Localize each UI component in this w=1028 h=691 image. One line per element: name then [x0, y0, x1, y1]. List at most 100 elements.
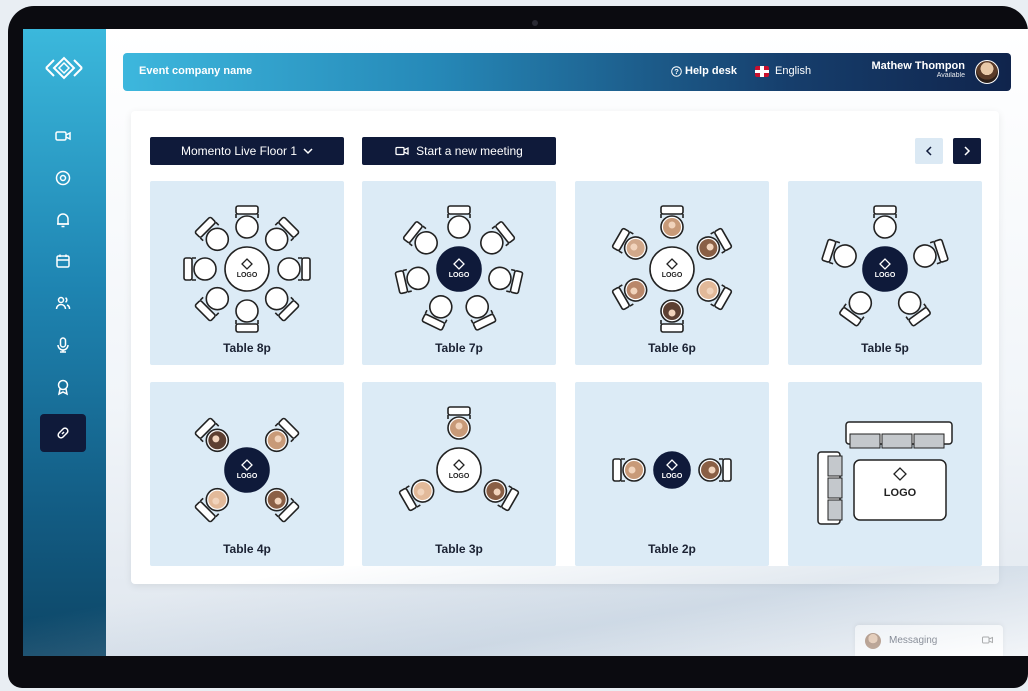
seat[interactable]	[277, 257, 311, 281]
seat[interactable]	[476, 221, 516, 258]
language-label: English	[775, 65, 812, 77]
user-status: Available	[936, 72, 965, 79]
table-diagram: LOGO	[821, 205, 949, 327]
sidebar-item-calendar[interactable]	[40, 242, 86, 280]
table-diagram: LOGO	[194, 417, 300, 523]
sidebar-item-awards[interactable]	[40, 368, 86, 406]
sidebar-item-people[interactable]	[40, 284, 86, 322]
logo-text: LOGO	[237, 473, 258, 480]
uk-flag-icon	[755, 65, 769, 77]
table-card[interactable]: LOGO Table 6p	[575, 181, 769, 365]
seat[interactable]	[873, 205, 897, 239]
video-camera-icon[interactable]	[982, 636, 993, 644]
table-label: Table 5p	[861, 341, 909, 355]
seat[interactable]	[402, 221, 442, 258]
seat[interactable]	[463, 292, 497, 331]
next-page-button[interactable]	[953, 138, 981, 164]
seat[interactable]	[261, 484, 300, 523]
table-card[interactable]: LOGO	[788, 382, 982, 566]
seat[interactable]	[480, 476, 520, 512]
camera-dot	[532, 20, 538, 26]
seat[interactable]	[612, 458, 646, 482]
table-card[interactable]: LOGO Table 8p	[150, 181, 344, 365]
seat[interactable]	[235, 299, 259, 333]
messaging-widget[interactable]: Messaging	[855, 625, 1003, 656]
start-meeting-button[interactable]: Start a new meeting	[362, 137, 556, 165]
prev-page-button[interactable]	[915, 138, 943, 164]
start-meeting-label: Start a new meeting	[416, 144, 523, 158]
svg-text:?: ?	[674, 67, 679, 76]
help-desk-label: Help desk	[685, 65, 737, 77]
user-info[interactable]: Mathew Thompon Available	[872, 60, 966, 79]
table-logo: LOGO	[436, 447, 482, 493]
table-logo: LOGO	[224, 447, 270, 493]
question-icon: ?	[671, 65, 682, 77]
top-bar: Event company name ? Help desk English M…	[123, 53, 1011, 91]
table-diagram: LOGO	[611, 205, 733, 333]
help-desk-link[interactable]: ? Help desk	[671, 65, 737, 77]
seat[interactable]	[194, 216, 233, 255]
bell-icon	[57, 213, 69, 228]
seat[interactable]	[487, 265, 524, 295]
seat[interactable]	[261, 417, 300, 456]
seat[interactable]	[421, 292, 456, 331]
language-selector[interactable]: English	[755, 65, 811, 77]
seat[interactable]	[660, 299, 684, 333]
table-logo: LOGO	[653, 451, 691, 489]
seat[interactable]	[183, 257, 217, 281]
people-icon	[55, 296, 71, 310]
table-diagram: LOGO	[183, 205, 311, 333]
seat[interactable]	[194, 484, 233, 523]
chevron-left-icon	[925, 146, 932, 156]
seat[interactable]	[394, 265, 431, 295]
seat[interactable]	[447, 205, 471, 239]
table-label: Table 4p	[223, 542, 271, 556]
tables-panel: Momento Live Floor 1 Start a new meeting…	[131, 111, 999, 584]
lifebuoy-icon	[55, 170, 71, 186]
logo-text: LOGO	[449, 272, 470, 279]
table-card[interactable]: LOGO Table 3p	[362, 382, 556, 566]
seat[interactable]	[693, 227, 733, 263]
table-label: Table 2p	[648, 542, 696, 556]
table-label: Table 6p	[648, 341, 696, 355]
link-icon	[57, 427, 69, 439]
seat[interactable]	[693, 275, 733, 311]
seat[interactable]	[821, 238, 859, 270]
microphone-icon	[57, 337, 69, 353]
seat[interactable]	[911, 238, 949, 270]
chevron-down-icon	[303, 148, 313, 155]
seat[interactable]	[839, 288, 876, 327]
seat[interactable]	[894, 288, 931, 327]
seat[interactable]	[398, 476, 438, 512]
seat[interactable]	[261, 283, 300, 322]
sidebar-item-microphone[interactable]	[40, 326, 86, 364]
seat[interactable]	[194, 283, 233, 322]
seat[interactable]	[698, 458, 732, 482]
seat[interactable]	[235, 205, 259, 239]
floor-dropdown[interactable]: Momento Live Floor 1	[150, 137, 344, 165]
seat[interactable]	[611, 275, 651, 311]
table-logo: LOGO	[649, 246, 695, 292]
table-card[interactable]: LOGO Table 4p	[150, 382, 344, 566]
logo-text: LOGO	[884, 487, 917, 499]
table-card[interactable]: LOGO Table 5p	[788, 181, 982, 365]
sidebar-item-notifications[interactable]	[40, 201, 86, 239]
seat[interactable]	[447, 406, 471, 440]
table-card[interactable]: LOGO Table 2p	[575, 382, 769, 566]
seat[interactable]	[261, 216, 300, 255]
table-diagram: LOGO	[398, 406, 520, 512]
table-card[interactable]: LOGO Table 7p	[362, 181, 556, 365]
messaging-label: Messaging	[889, 635, 938, 646]
sidebar-item-video[interactable]	[40, 117, 86, 155]
logo-text: LOGO	[237, 272, 258, 279]
award-icon	[57, 379, 69, 396]
company-name: Event company name	[139, 65, 253, 77]
sidebar-item-links[interactable]	[40, 414, 86, 452]
sidebar-item-support[interactable]	[40, 159, 86, 197]
chevron-right-icon	[964, 146, 971, 156]
seat[interactable]	[194, 417, 233, 456]
seat[interactable]	[660, 205, 684, 239]
avatar[interactable]	[975, 60, 999, 84]
table-label: Table 8p	[223, 341, 271, 355]
seat[interactable]	[611, 227, 651, 263]
